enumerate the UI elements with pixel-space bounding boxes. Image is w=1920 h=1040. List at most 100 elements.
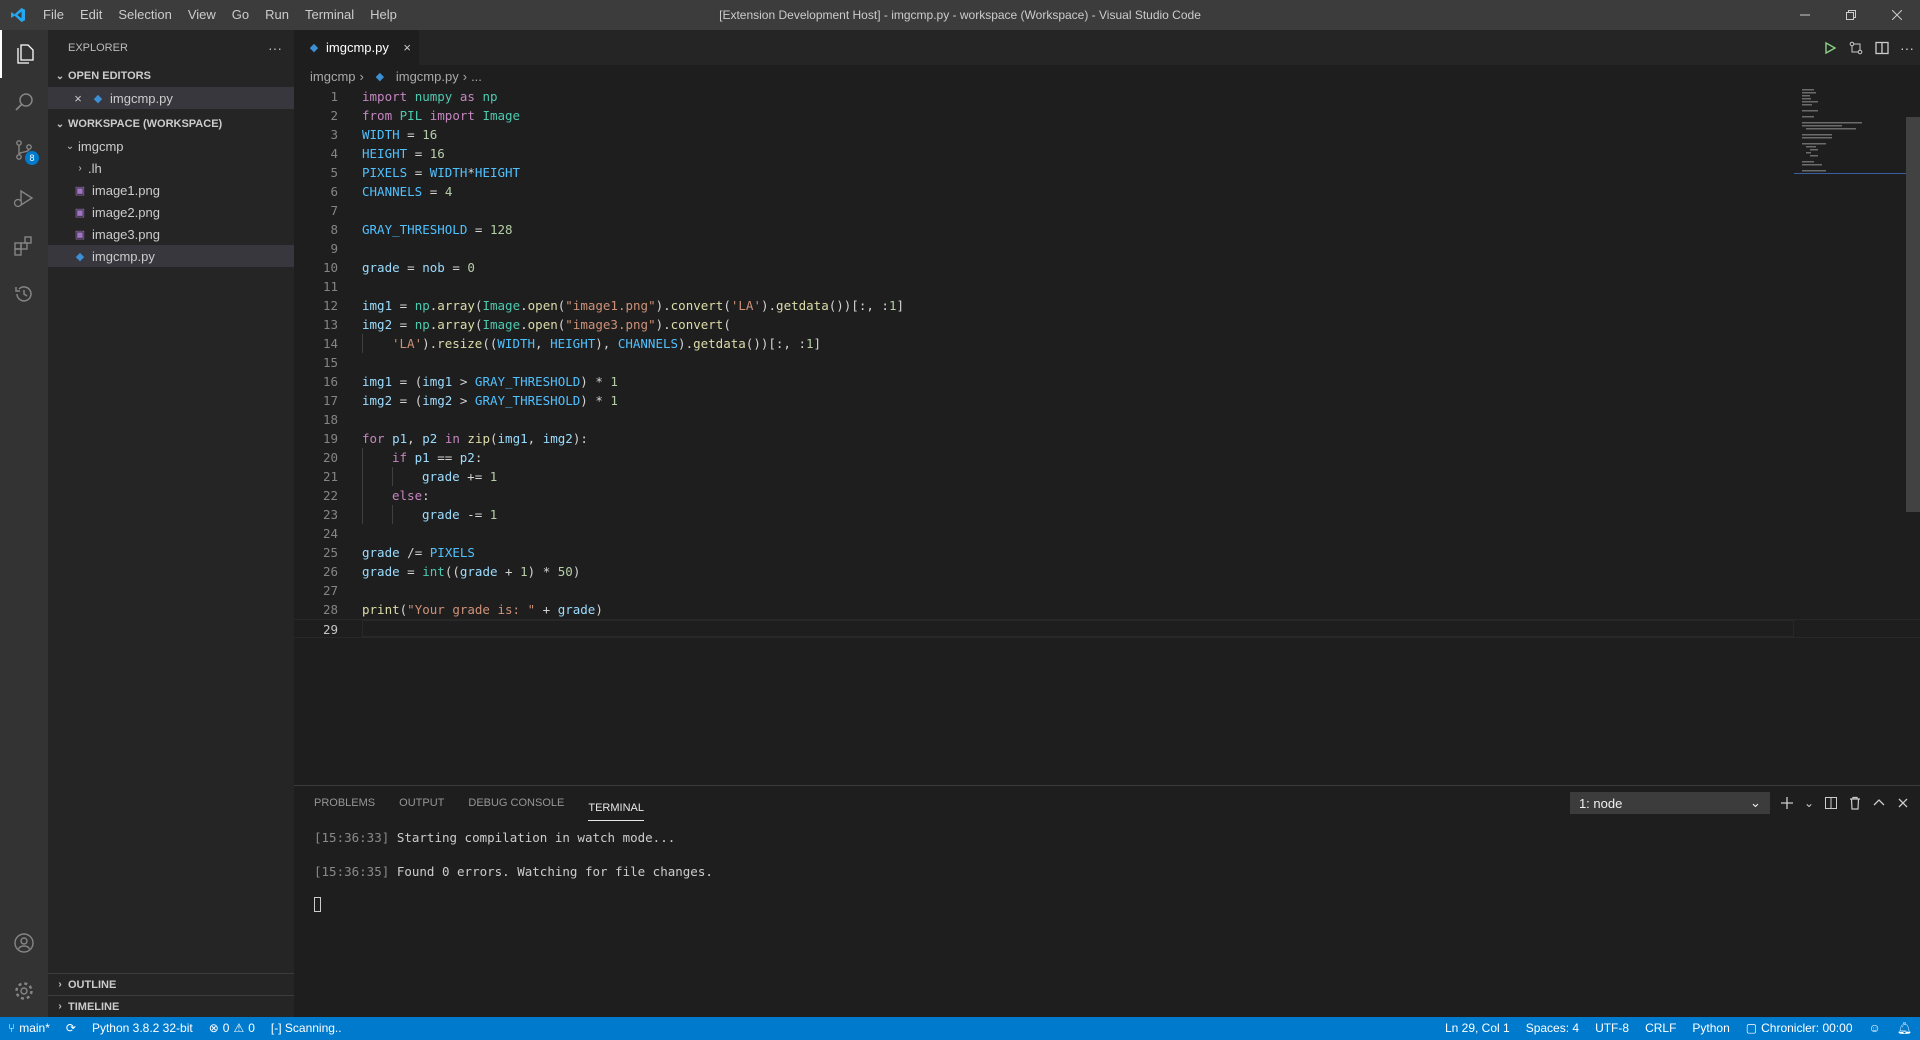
workspace-section[interactable]: ⌄ WORKSPACE (WORKSPACE) [48, 113, 294, 135]
editor-actions: ··· [1822, 30, 1914, 65]
bottom-panel: PROBLEMS OUTPUT DEBUG CONSOLE TERMINAL 1… [294, 785, 1920, 1017]
tab-debug-console[interactable]: DEBUG CONSOLE [468, 786, 564, 821]
chevron-down-icon[interactable]: ⌄ [1804, 796, 1814, 810]
run-file-icon[interactable] [1822, 40, 1838, 56]
warning-icon: ⚠ [233, 1021, 245, 1035]
close-window-button[interactable] [1874, 0, 1920, 30]
scrollbar-thumb[interactable] [1906, 117, 1920, 512]
open-editor-item[interactable]: × ◆ imgcmp.py [48, 87, 294, 109]
code-line: 2 from PIL import Image [330, 108, 521, 123]
code-line: 18 [322, 412, 338, 427]
split-editor-icon[interactable] [1874, 40, 1890, 56]
tree-item-image1[interactable]: ▣ image1.png [48, 179, 294, 201]
window-controls [1782, 0, 1920, 30]
menu-run[interactable]: Run [257, 0, 297, 30]
minimize-button[interactable] [1782, 0, 1828, 30]
tab-terminal[interactable]: TERMINAL [588, 795, 644, 821]
chevron-right-icon: › [78, 162, 82, 174]
scm-badge: 8 [25, 151, 39, 165]
outline-section[interactable]: › OUTLINE [48, 973, 294, 995]
python-interpreter[interactable]: Python 3.8.2 32-bit [84, 1017, 201, 1040]
menu-view[interactable]: View [180, 0, 224, 30]
code-line: 28 print("Your grade is: " + grade) [322, 602, 603, 617]
branch-status[interactable]: ⑂ main* [0, 1017, 58, 1040]
chevron-right-icon: › [58, 1001, 62, 1012]
breadcrumb: imgcmp › ◆ imgcmp.py › ... [294, 65, 1920, 87]
tab-output[interactable]: OUTPUT [399, 786, 444, 821]
menu-help[interactable]: Help [362, 0, 405, 30]
minimap[interactable] [1794, 87, 1906, 177]
chevron-down-icon: ⌄ [1750, 795, 1761, 810]
open-editors-section[interactable]: ⌄ OPEN EDITORS [48, 65, 294, 87]
explorer-more-button[interactable]: ··· [268, 40, 282, 56]
chevron-down-icon: ⌄ [55, 70, 65, 82]
restore-button[interactable] [1828, 0, 1874, 30]
code-line: 13 img2 = np.array(Image.open("image3.png… [322, 317, 731, 332]
sync-status[interactable]: ⟳ [58, 1017, 84, 1040]
timeline-activity[interactable] [0, 270, 48, 318]
menu-file[interactable]: File [35, 0, 72, 30]
folder-imgcmp[interactable]: ⌄ imgcmp [48, 135, 294, 157]
tab-close-button[interactable]: × [403, 40, 411, 55]
search-activity[interactable] [0, 78, 48, 126]
code-line: 6 CHANNELS = 4 [330, 184, 453, 199]
tree-item-image3[interactable]: ▣ image3.png [48, 223, 294, 245]
more-actions-icon[interactable]: ··· [1900, 40, 1914, 56]
code-editor[interactable]: 1 import numpy as np 2 from PIL import Ima… [294, 87, 1920, 638]
menu-edit[interactable]: Edit [72, 0, 110, 30]
manage-activity[interactable] [0, 967, 48, 1015]
menu-terminal[interactable]: Terminal [297, 0, 362, 30]
chevron-down-icon: ⌄ [65, 140, 75, 152]
tree-item-lh[interactable]: › .lh [48, 157, 294, 179]
breadcrumb-rest[interactable]: ... [471, 69, 482, 84]
extensions-activity[interactable] [0, 222, 48, 270]
breadcrumb-file[interactable]: imgcmp.py [396, 69, 459, 84]
code-line: 20 if p1 == p2: [322, 448, 483, 467]
timeline-label: TIMELINE [68, 1000, 120, 1013]
tree-item-imgcmp-py[interactable]: ◆ imgcmp.py [48, 245, 294, 267]
code-line: 21 grade += 1 [322, 467, 498, 486]
open-changes-icon[interactable] [1848, 40, 1864, 56]
editor-scrollbar[interactable] [1906, 87, 1920, 785]
code-line: 17 img2 = (img2 > GRAY_THRESHOLD) * 1 [322, 393, 618, 408]
code-line: 16 img1 = (img1 > GRAY_THRESHOLD) * 1 [322, 374, 618, 389]
encoding[interactable]: UTF-8 [1587, 1017, 1637, 1040]
status-right: Ln 29, Col 1 Spaces: 4 UTF-8 CRLF Python… [1437, 1017, 1920, 1040]
language-mode[interactable]: Python [1684, 1017, 1737, 1040]
terminal-output[interactable]: [15:36:33] Starting compilation in watch… [294, 821, 1920, 939]
cursor-position[interactable]: Ln 29, Col 1 [1437, 1017, 1518, 1040]
activity-bar: 8 [0, 30, 48, 1017]
problems-status[interactable]: ⊗ 0 ⚠ 0 [201, 1017, 263, 1040]
run-debug-activity[interactable] [0, 174, 48, 222]
notifications-button[interactable]: 🔔︎ [1889, 1017, 1920, 1040]
source-control-activity[interactable]: 8 [0, 126, 48, 174]
close-panel-icon[interactable] [1896, 796, 1910, 810]
indentation[interactable]: Spaces: 4 [1518, 1017, 1587, 1040]
chevron-right-icon: › [58, 979, 62, 990]
workspace-label: WORKSPACE (WORKSPACE) [68, 118, 223, 130]
tab-problems[interactable]: PROBLEMS [314, 786, 375, 821]
editor-area: ◆ imgcmp.py × ··· imgcmp › ◆ imgcmp.py ›… [294, 30, 1920, 785]
maximize-panel-icon[interactable] [1872, 796, 1886, 810]
image-file-icon: ▣ [74, 206, 86, 219]
tree-item-image2[interactable]: ▣ image2.png [48, 201, 294, 223]
code-line: 27 [322, 583, 338, 598]
split-terminal-icon[interactable] [1824, 796, 1838, 810]
close-icon[interactable]: × [70, 91, 86, 106]
explorer-activity[interactable] [0, 30, 48, 78]
code-line: 4 HEIGHT = 16 [330, 146, 445, 161]
feedback-button[interactable]: ☺ [1861, 1017, 1889, 1040]
chronicler-label: Chronicler: 00:00 [1761, 1021, 1853, 1035]
tab-imgcmp-py[interactable]: ◆ imgcmp.py × [294, 30, 419, 65]
terminal-select[interactable]: 1: node ⌄ [1569, 792, 1770, 814]
accounts-activity[interactable] [0, 919, 48, 967]
new-terminal-icon[interactable] [1780, 796, 1794, 810]
menu-selection[interactable]: Selection [110, 0, 179, 30]
trash-icon[interactable] [1848, 796, 1862, 810]
sync-icon: ⟳ [65, 1021, 76, 1035]
menu-go[interactable]: Go [224, 0, 257, 30]
eol[interactable]: CRLF [1637, 1017, 1684, 1040]
chronicler-status[interactable]: ▢ Chronicler: 00:00 [1738, 1017, 1861, 1040]
timeline-section[interactable]: › TIMELINE [48, 995, 294, 1017]
breadcrumb-folder[interactable]: imgcmp [310, 69, 356, 84]
